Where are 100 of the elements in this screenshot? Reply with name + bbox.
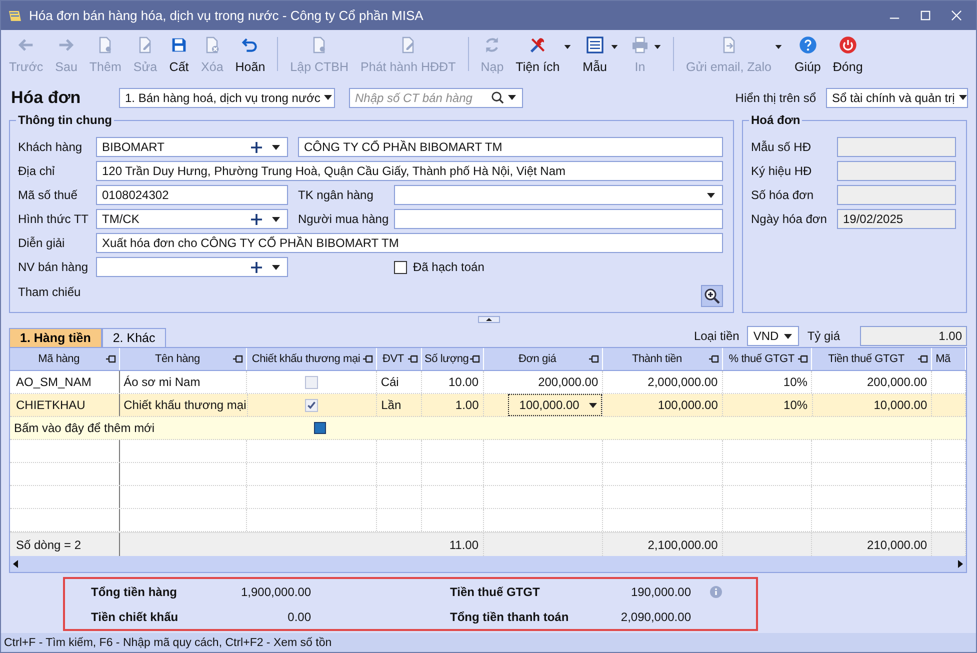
table-cell: 10,000.00 (874, 398, 928, 412)
list-window-icon (584, 34, 605, 54)
invoice-field[interactable]: 19/02/2025 (837, 209, 956, 229)
currency-select[interactable]: VND (747, 326, 800, 346)
book-select[interactable]: Sổ tài chính và quản trị (826, 88, 968, 108)
scroll-left-icon[interactable] (13, 560, 18, 568)
plus-icon[interactable] (251, 262, 262, 272)
plus-icon[interactable] (251, 142, 262, 152)
pin-icon[interactable] (233, 355, 244, 363)
tab[interactable]: 1. Hàng tiền (9, 328, 102, 347)
description-field[interactable]: Xuất hóa đơn cho CÔNG TY CỔ PHẦN BIBOMART TM (96, 233, 723, 253)
tab[interactable]: 2. Khác (102, 328, 166, 347)
add-new-row-link[interactable]: Bấm vào đây để thêm mới (14, 421, 155, 435)
table-cell: 2,000,000.00 (648, 375, 718, 389)
table-cell: Chiết khấu thương mại (124, 398, 246, 412)
table-cell: 200,000.00 (867, 375, 928, 389)
invoice-field[interactable] (837, 137, 956, 157)
field-label: Mẫu số HĐ (751, 140, 812, 154)
close-icon[interactable] (951, 10, 962, 21)
search-icon[interactable] (491, 91, 504, 104)
pin-icon[interactable] (470, 355, 480, 363)
scroll-right-icon[interactable] (958, 560, 963, 568)
sales-staff-field[interactable] (96, 257, 288, 277)
caret-icon[interactable] (564, 45, 571, 49)
field-label: TK ngân hàng (298, 188, 374, 202)
table-cell: CHIETKHAU (16, 398, 86, 412)
field-label: Ký hiệu HĐ (751, 164, 813, 178)
discount-checkbox[interactable] (305, 398, 318, 412)
table-cell: 100,000.00 (658, 398, 718, 412)
collapse-handle-icon[interactable] (478, 316, 500, 322)
summary-label: Tiền thuế GTGT (450, 584, 541, 598)
column-header[interactable]: Mã hàng (10, 348, 120, 370)
table-row[interactable]: CHIETKHAU Chiết khấu thương mại Lần 1.00 100,000.00 100,000.00 10% 10,000.00 (10, 394, 966, 417)
caret-icon (324, 95, 332, 100)
summary-value: 190,000.00 (630, 584, 691, 598)
toolbar-button[interactable]: Mẫu (576, 32, 613, 76)
payment-method-field[interactable]: TM/CK (96, 209, 288, 229)
caret-icon (508, 95, 516, 100)
field-label: Ngày hóa đơn (751, 212, 828, 226)
caret-icon (784, 334, 792, 338)
help-icon (798, 34, 818, 54)
pin-icon[interactable] (408, 355, 418, 363)
tax-code-field[interactable]: 0108024302 (96, 185, 288, 205)
checkbox-label: Đã hạch toán (413, 260, 484, 274)
search-field[interactable]: Nhập số CT bán hàng (349, 88, 523, 108)
buyer-field[interactable] (394, 209, 723, 229)
address-field[interactable]: 120 Trần Duy Hưng, Phường Trung Hoà, Quận Cầu Giấy, Thành phố Hà Nội, Việt Nam (96, 161, 723, 181)
summary-value: 2,090,000.00 (620, 610, 691, 624)
customer-name-field[interactable]: CÔNG TY CỔ PHẦN BIBOMART TM (298, 137, 723, 157)
field-label: Tham chiếu (18, 285, 82, 299)
row-count: Số dòng = 2 (16, 538, 82, 552)
total-cell: 11.00 (449, 538, 479, 552)
toolbar-button[interactable]: Đóng (826, 32, 869, 76)
pin-icon[interactable] (798, 355, 808, 363)
bank-account-select[interactable] (394, 185, 723, 205)
horizontal-scrollbar[interactable] (10, 556, 966, 572)
section-title: Thông tin chung (17, 113, 113, 127)
table-cell: Lần (381, 398, 402, 412)
column-header[interactable]: Đơn giá (484, 348, 604, 370)
type-select[interactable]: 1. Bán hàng hoá, dịch vụ trong nước (119, 88, 335, 108)
table-cell: 10% (783, 375, 808, 389)
summary-value: 0.00 (286, 610, 311, 624)
plus-icon[interactable] (251, 214, 262, 224)
column-header[interactable]: Mã (932, 348, 966, 370)
currency-label: Loại tiền (694, 329, 740, 343)
field-label: Diễn giải (18, 236, 66, 250)
column-header[interactable]: % thuế GTGT (722, 348, 812, 370)
column-header[interactable]: Tiền thuế GTGT (812, 348, 932, 370)
toolbar-button[interactable]: Tiện ích (510, 32, 566, 76)
table-cell: 10% (784, 398, 808, 412)
caret-icon[interactable] (611, 45, 618, 49)
discount-checkbox[interactable] (305, 376, 318, 388)
column-header[interactable]: ĐVT (376, 348, 422, 370)
zoom-button[interactable] (701, 285, 723, 307)
column-header[interactable]: Chiết khấu thương mại (247, 348, 377, 370)
exchange-rate-field[interactable]: 1.00 (860, 326, 967, 346)
maximize-icon[interactable] (920, 10, 931, 21)
pin-icon[interactable] (589, 355, 600, 363)
section-title: Hoá đơn (750, 113, 802, 127)
zoom-in-icon (704, 288, 720, 304)
pin-icon[interactable] (362, 355, 373, 363)
pin-icon[interactable] (918, 355, 928, 363)
square-icon (314, 422, 326, 434)
table-cell[interactable]: 100,000.00 (509, 395, 602, 415)
caret-icon (272, 216, 280, 222)
posted-checkbox[interactable] (394, 260, 407, 274)
column-header[interactable]: Tên hàng (120, 348, 248, 370)
invoice-field[interactable] (837, 161, 956, 181)
toolbar-button[interactable]: Hoãn (229, 32, 272, 76)
toolbar-button[interactable]: Cất (163, 32, 196, 76)
caret-icon (272, 264, 280, 270)
table-cell: AO_SM_NAM (16, 375, 92, 389)
toolbar-button[interactable]: Giúp (788, 32, 827, 76)
pin-icon[interactable] (708, 355, 719, 363)
invoice-field[interactable] (837, 185, 956, 205)
field-label: Số hóa đơn (751, 188, 815, 202)
column-header[interactable]: Số lượng (422, 348, 484, 370)
pin-icon[interactable] (106, 355, 116, 363)
column-header[interactable]: Thành tiền (603, 348, 723, 370)
customer-code-field[interactable]: BIBOMART (96, 137, 288, 157)
